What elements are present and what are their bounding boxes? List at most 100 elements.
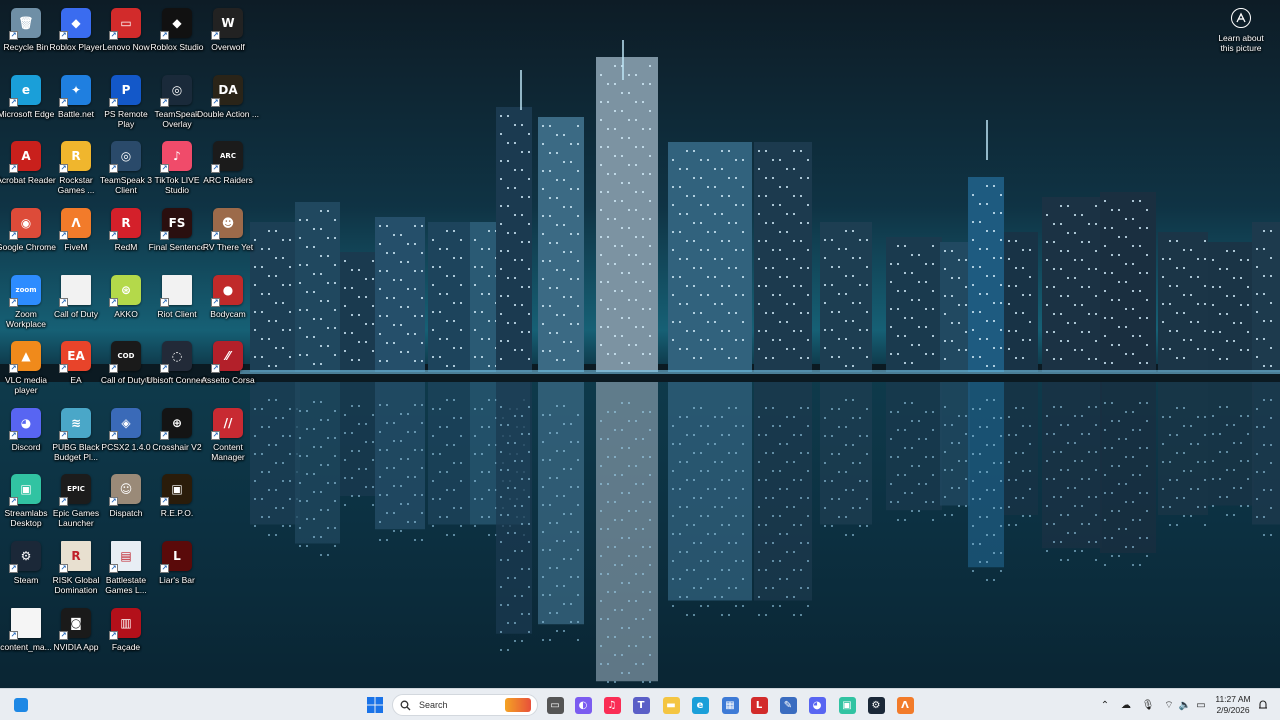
desktop-icon-fivem[interactable]: Λ ↗ FiveM — [50, 204, 102, 270]
shortcut-arrow-icon: ↗ — [59, 231, 68, 240]
cloud-icon[interactable]: ☁ — [1119, 698, 1133, 712]
wifi-icon[interactable]: ⌔ — [1162, 698, 1176, 712]
search-input[interactable]: Search — [392, 694, 538, 716]
skyline-building — [1158, 232, 1208, 372]
store-button[interactable]: ▦ — [718, 693, 742, 717]
shortcut-arrow-icon: ↗ — [59, 298, 68, 307]
desktop-icon-akko[interactable]: ⊛ ↗ AKKO — [100, 271, 152, 337]
shortcut-arrow-icon: ↗ — [160, 497, 169, 506]
call-of-duty-file-icon: ↗ — [59, 275, 91, 307]
desktop-icon-double-action[interactable]: DA ↗ Double Action ... — [197, 71, 259, 137]
desktop-icon-ubisoft[interactable]: ◌ ↗ Ubisoft Connect — [147, 337, 207, 403]
shortcut-arrow-icon: ↗ — [211, 231, 220, 240]
desktop-icon-ea[interactable]: EA ↗ EA — [50, 337, 102, 403]
shortcut-arrow-icon: ↗ — [211, 298, 220, 307]
widgets-button[interactable] — [9, 693, 33, 717]
desktop-icon-crosshair[interactable]: ⊕ ↗ Crosshair V2 — [151, 404, 203, 470]
shortcut-arrow-icon: ↗ — [109, 98, 118, 107]
desktop-icon-overwolf[interactable]: W ↗ Overwolf — [202, 4, 254, 70]
fivem-button[interactable]: Λ — [893, 693, 917, 717]
discord-button[interactable]: ◕ — [805, 693, 829, 717]
roblox-studio-icon: ◆ ↗ — [160, 8, 192, 40]
start-button[interactable] — [363, 693, 387, 717]
shortcut-arrow-icon: ↗ — [9, 31, 18, 40]
desktop-icon-bodycam[interactable]: ● ↗ Bodycam — [202, 271, 254, 337]
zoom-icon: zoom ↗ — [9, 275, 41, 307]
skyline-reflection — [428, 382, 470, 525]
desktop-icon-riot-client-file[interactable]: ↗ Riot Client — [151, 271, 203, 337]
desktop-icon-assetto-corsa[interactable]: ⁄⁄ ↗ Assetto Corsa — [201, 337, 255, 403]
streamlabs-button[interactable]: ▣ — [835, 693, 859, 717]
skyline-reflection — [820, 382, 872, 525]
shortcut-arrow-icon: ↗ — [109, 564, 118, 573]
app-button[interactable]: ✎ — [776, 693, 800, 717]
skyline-reflection — [668, 382, 752, 601]
chevron-up-icon[interactable]: ⌃ — [1098, 698, 1112, 712]
desktop-icon-label: ARC Raiders — [203, 175, 253, 185]
desktop-icon-lenovo-now[interactable]: ▭ ↗ Lenovo Now — [100, 4, 152, 70]
desktop-icon-repo[interactable]: ▣ ↗ R.E.P.O. — [151, 470, 203, 536]
desktop-icon-final-sentence[interactable]: FS ↗ Final Sentence — [149, 204, 205, 270]
desktop-icon-pcsx2[interactable]: ◈ ↗ PCSX2 1.4.0 — [100, 404, 152, 470]
desktop-icon-rv-there-yet[interactable]: ☻ ↗ RV There Yet — [202, 204, 254, 270]
desktop-icon-epic-games[interactable]: EPIC ↗ Epic Games Launcher — [50, 470, 102, 536]
skyline-reflection — [1208, 382, 1254, 506]
desktop-icon-redm[interactable]: R ↗ RedM — [100, 204, 152, 270]
teams-button[interactable]: T — [629, 693, 653, 717]
ubisoft-icon: ◌ ↗ — [160, 341, 192, 373]
desktop-icon-edge[interactable]: e ↗ Microsoft Edge — [0, 71, 54, 137]
desktop-icon-recycle-bin[interactable]: 🗑 ↗ Recycle Bin — [0, 4, 52, 70]
shortcut-arrow-icon: ↗ — [9, 98, 18, 107]
desktop-icon-vlc[interactable]: ▲ ↗ VLC media player — [0, 337, 52, 403]
shortcut-arrow-icon: ↗ — [9, 564, 18, 573]
desktop-icon-call-of-duty-file[interactable]: ↗ Call of Duty — [50, 271, 102, 337]
vlc-icon: ▲ ↗ — [9, 341, 41, 373]
learn-about-picture-button[interactable]: Learn about this picture — [1212, 8, 1270, 53]
assetto-corsa-icon: ⁄⁄ ↗ — [211, 341, 243, 373]
desktop-icon-pubg[interactable]: ≋ ↗ PUBG Black Budget Pl... — [50, 404, 102, 470]
desktop-icon-label: Bodycam — [210, 309, 246, 319]
desktop-icon-tiktok-live[interactable]: ♪ ↗ TikTok LIVE Studio — [151, 137, 203, 203]
crosshair-icon: ⊕ ↗ — [160, 408, 192, 440]
recycle-bin-icon: 🗑 ↗ — [9, 8, 41, 40]
desktop-icon-teamspeak-overlay[interactable]: ◎ ↗ TeamSpeak Overlay — [151, 71, 203, 137]
desktop-icon-zoom[interactable]: zoom ↗ Zoom Workplace — [0, 271, 52, 337]
acrobat-icon: A ↗ — [9, 141, 41, 173]
desktop-icon-content-manager[interactable]: //↗ Content Manager — [202, 404, 254, 470]
skyline-reflection — [596, 382, 658, 682]
desktop-icon-call-of-duty[interactable]: COD ↗ Call of Duty® — [100, 337, 152, 403]
desktop-icon-text-file[interactable]: ↗ content_ma... — [0, 604, 52, 670]
facade-icon: ▥ ↗ — [109, 608, 141, 640]
desktop-icon-nvidia[interactable]: ◙ ↗ NVIDIA App — [50, 604, 102, 670]
shortcut-arrow-icon: ↗ — [59, 564, 68, 573]
desktop-icon-facade[interactable]: ▥ ↗ Façade — [100, 604, 152, 670]
desktop-icon-arc-raiders[interactable]: ARC ↗ ARC Raiders — [202, 137, 254, 203]
desktop-icon-roblox-studio[interactable]: ◆ ↗ Roblox Studio — [151, 4, 203, 70]
battery-icon[interactable]: ▭ — [1194, 698, 1208, 712]
lenovo-button[interactable]: L — [747, 693, 771, 717]
music-button[interactable]: ♫ — [600, 693, 624, 717]
task-view-icon: ▭ — [546, 696, 564, 714]
desktop-icon-chrome[interactable]: ◉ ↗ Google Chrome — [0, 204, 56, 270]
text-file-icon: ↗ — [9, 608, 41, 640]
desktop-icon-liars-bar[interactable]: L ↗ Liar's Bar — [151, 537, 203, 603]
copilot-button[interactable]: ◐ — [571, 693, 595, 717]
skyline-building — [968, 177, 1004, 372]
notification-bell-icon[interactable] — [1256, 698, 1270, 712]
edge-button[interactable]: e — [688, 693, 712, 717]
clock[interactable]: 11:27 AM 2/9/2026 — [1212, 694, 1254, 716]
desktop-icon-ps-remote-play[interactable]: P ↗ PS Remote Play — [100, 71, 152, 137]
speaker-icon[interactable]: 🔈 — [1178, 698, 1192, 712]
shortcut-arrow-icon: ↗ — [109, 231, 118, 240]
desktop-icon-roblox-player[interactable]: ◆ ↗ Roblox Player — [50, 4, 102, 70]
microphone-icon[interactable]: 🎙 — [1141, 698, 1155, 712]
steam-button[interactable]: ⚙ — [864, 693, 888, 717]
skyline-reflection — [1100, 382, 1156, 553]
task-view-button[interactable]: ▭ — [543, 693, 567, 717]
desktop-icon-battlestate[interactable]: ▤ ↗ Battlestate Games L... — [100, 537, 152, 603]
file-explorer-button[interactable]: ▬ — [659, 693, 683, 717]
content-manager-icon: //↗ — [211, 408, 243, 440]
music-icon: ♫ — [603, 696, 621, 714]
desktop-icon-teamspeak[interactable]: ◎ ↗ TeamSpeak 3 Client — [100, 137, 152, 203]
desktop-icon-dispatch[interactable]: ☺ ↗ Dispatch — [100, 470, 152, 536]
